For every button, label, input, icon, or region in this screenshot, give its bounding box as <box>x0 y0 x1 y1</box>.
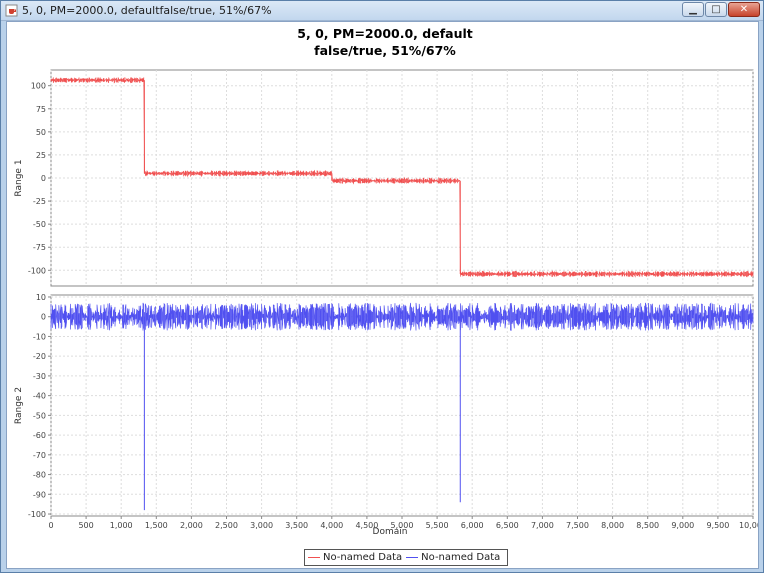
x-tick-label: 6,500 <box>496 521 519 530</box>
x-tick-label: 7,500 <box>566 521 589 530</box>
y-tick-label: 75 <box>36 105 46 114</box>
legend: No-named Data No-named Data <box>304 549 509 566</box>
y-tick-label: -75 <box>33 243 46 252</box>
minimize-button[interactable]: ▁ <box>682 2 704 17</box>
maximize-icon: □ <box>711 4 721 15</box>
x-tick-label: 2,500 <box>215 521 238 530</box>
x-tick-label: 7,000 <box>531 521 554 530</box>
x-tick-label: 3,000 <box>250 521 273 530</box>
y-tick-label: 10 <box>36 293 46 302</box>
y-tick-label: -60 <box>33 431 46 440</box>
y-tick-label: -80 <box>33 471 46 480</box>
close-icon: ✕ <box>739 4 749 15</box>
x-tick-label: 9,000 <box>671 521 694 530</box>
plot-range-2: 10 0 -10 -20 -30 -40 -50 -60 -70 -80 -90 -100 Range … <box>14 293 754 519</box>
chart-title-line1: 5, 0, PM=2000.0, default <box>297 26 472 41</box>
legend-label-series-2: No-named Data <box>421 552 501 563</box>
x-tick-label: 4,000 <box>320 521 343 530</box>
app-window: 5, 0, PM=2000.0, default false/true, 51%/… <box>0 0 764 573</box>
y-tick-label: 0 <box>41 313 46 322</box>
y-tick-label: 100 <box>31 82 46 91</box>
y-tick-label: -30 <box>33 372 46 381</box>
java-cup-icon <box>5 4 18 17</box>
y-axis-label: Range 1 <box>14 159 24 196</box>
y-axis-label: Range 2 <box>14 387 24 424</box>
y-tick-label: -50 <box>33 411 46 420</box>
x-tick-label: 1,500 <box>145 521 168 530</box>
x-tick-label: 8,000 <box>601 521 624 530</box>
plot-range-1: 100 75 50 25 0 -25 -50 -75 -100 Range 1 <box>14 69 754 287</box>
title-bar[interactable]: 5, 0, PM=2000.0, defaultfalse/true, 51%/… <box>1 1 763 21</box>
y-tick-label: -70 <box>33 451 46 460</box>
y-tick-label: -100 <box>28 510 46 519</box>
x-tick-label: 500 <box>78 521 93 530</box>
y-tick-label: -40 <box>33 392 46 401</box>
y-tick-label: -10 <box>33 332 46 341</box>
legend-swatch-blue <box>406 557 419 558</box>
window-title: 5, 0, PM=2000.0, defaultfalse/true, 51%/… <box>22 4 272 17</box>
x-tick-label: 2,000 <box>180 521 203 530</box>
y-tick-label: -90 <box>33 490 46 499</box>
maximize-button[interactable]: □ <box>705 2 727 17</box>
chart-svg: 5, 0, PM=2000.0, default false/true, 51%… <box>14 26 758 537</box>
legend-item-series-2: No-named Data <box>406 552 500 563</box>
x-tick-label: 6,000 <box>461 521 484 530</box>
y-tick-label: -100 <box>28 266 46 275</box>
close-button[interactable]: ✕ <box>728 2 760 17</box>
y-tick-label: 50 <box>36 128 46 137</box>
y-tick-label: 25 <box>36 151 46 160</box>
legend-swatch-red <box>308 557 320 558</box>
chart-title-line2: false/true, 51%/67% <box>314 43 456 58</box>
y-tick-label: 0 <box>41 174 46 183</box>
y-tick-label: -20 <box>33 352 46 361</box>
y-tick-label: -25 <box>33 197 46 206</box>
x-tick-label: 1,000 <box>110 521 133 530</box>
x-axis-label: Domain <box>373 527 408 537</box>
minimize-icon: ▁ <box>689 4 697 15</box>
x-tick-label: 3,500 <box>285 521 308 530</box>
x-tick-label: 10,000 <box>739 521 758 530</box>
x-tick-label: 8,500 <box>636 521 659 530</box>
legend-label-series-1: No-named Data <box>323 552 403 563</box>
legend-item-series-1: No-named Data <box>308 552 402 563</box>
chart-panel: 5, 0, PM=2000.0, default false/true, 51%… <box>6 21 759 569</box>
x-tick-label: 5,500 <box>426 521 449 530</box>
x-tick-label: 0 <box>48 521 53 530</box>
y-tick-label: -50 <box>33 220 46 229</box>
x-tick-label: 9,500 <box>706 521 729 530</box>
